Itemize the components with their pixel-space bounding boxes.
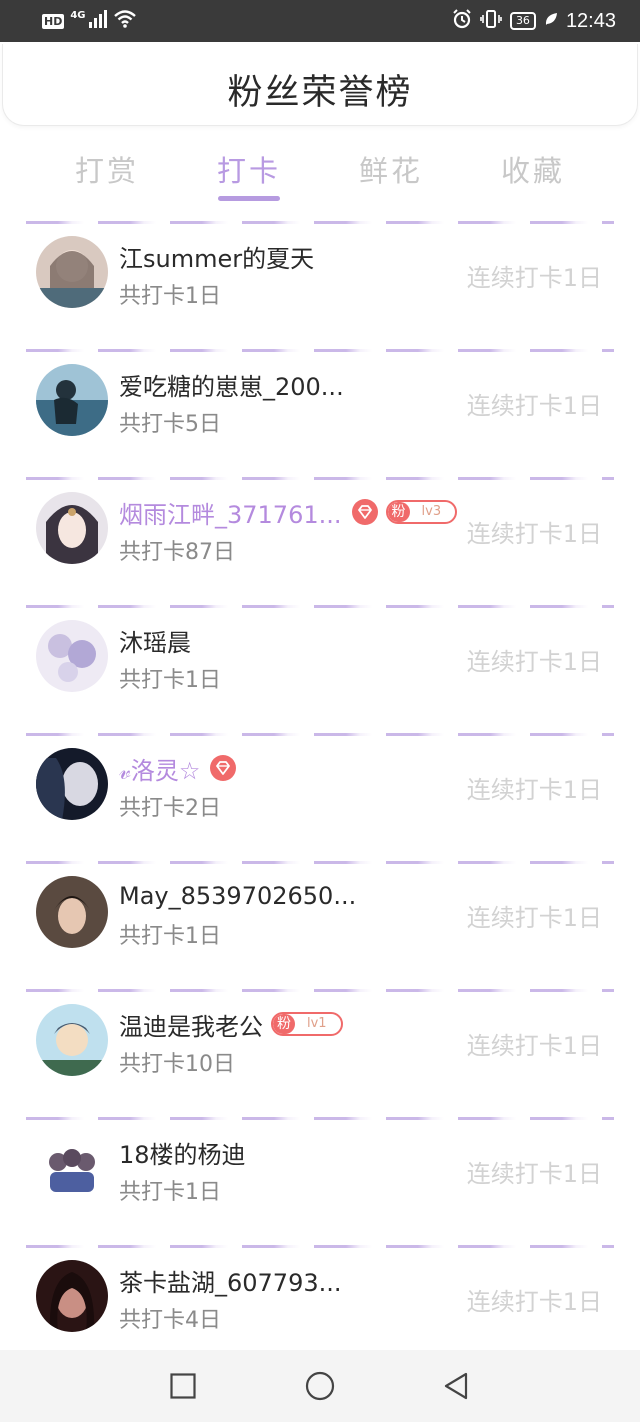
list-item[interactable]: 江summer的夏天 共打卡1日 连续打卡1日 <box>0 214 640 342</box>
streak-days: 连续打卡1日 <box>466 392 602 420</box>
streak-days: 连续打卡1日 <box>466 776 602 804</box>
total-checkins: 共打卡1日 <box>119 1180 221 1205</box>
user-name[interactable]: 爱吃糖的崽崽_200... <box>119 367 344 402</box>
name-line: 茶卡盐湖_607793... <box>119 1263 342 1298</box>
row-divider <box>26 605 614 608</box>
row-divider <box>26 861 614 864</box>
streak-days: 连续打卡1日 <box>466 904 602 932</box>
row-divider <box>26 989 614 992</box>
tab-flowers[interactable]: 鲜花 <box>326 148 456 190</box>
avatar[interactable] <box>36 748 108 820</box>
square-icon[interactable] <box>167 1370 199 1402</box>
row-divider <box>26 1245 614 1248</box>
name-line: May_8539702650... <box>119 880 356 912</box>
name-line: 江summer的夏天 <box>119 239 314 274</box>
streak-days: 连续打卡1日 <box>466 1288 602 1316</box>
page-title: 粉丝荣誉榜 <box>227 73 413 113</box>
total-checkins: 共打卡1日 <box>119 924 221 949</box>
total-checkins: 共打卡2日 <box>119 796 221 821</box>
user-name[interactable]: 茶卡盐湖_607793... <box>119 1263 342 1298</box>
name-line: 温迪是我老公 粉 lv1 <box>119 1007 343 1042</box>
vibrate-icon <box>480 9 502 33</box>
checkin-list: 江summer的夏天 共打卡1日 连续打卡1日 爱吃糖的崽崽_200... 共打… <box>0 214 640 1366</box>
list-item[interactable]: 18楼的杨迪 共打卡1日 连续打卡1日 <box>0 1110 640 1238</box>
fan-level-badge: 粉 lv3 <box>385 500 458 524</box>
list-item[interactable]: 烟雨江畔_371761... 粉 lv3 共打卡87日 连续打卡1日 <box>0 470 640 598</box>
hd-badge: HD <box>42 13 65 29</box>
status-bar: HD 4G 36 12:43 <box>0 0 640 42</box>
fan-level-badge: 粉 lv1 <box>271 1012 343 1036</box>
user-name[interactable]: 烟雨江畔_371761... <box>119 495 342 530</box>
avatar[interactable] <box>36 876 108 948</box>
name-line: 烟雨江畔_371761... 粉 lv3 <box>119 495 458 530</box>
alarm-icon <box>452 9 472 33</box>
fan-label: 粉 <box>273 1014 295 1034</box>
total-checkins: 共打卡5日 <box>119 412 221 437</box>
streak-days: 连续打卡1日 <box>466 264 602 292</box>
tab-favorites[interactable]: 收藏 <box>468 148 598 190</box>
total-checkins: 共打卡1日 <box>119 284 221 309</box>
user-name[interactable]: 江summer的夏天 <box>119 239 314 274</box>
fan-level: lv3 <box>421 504 442 519</box>
avatar[interactable] <box>36 1004 108 1076</box>
avatar[interactable] <box>36 364 108 436</box>
user-name[interactable]: 18楼的杨迪 <box>119 1135 246 1170</box>
status-right: 36 12:43 <box>452 9 616 33</box>
avatar[interactable] <box>36 1260 108 1332</box>
list-item[interactable]: 𝓋洛灵☆ 共打卡2日 连续打卡1日 <box>0 726 640 854</box>
list-item[interactable]: May_8539702650... 共打卡1日 连续打卡1日 <box>0 854 640 982</box>
row-divider <box>26 477 614 480</box>
tab-reward[interactable]: 打赏 <box>42 148 172 190</box>
total-checkins: 共打卡1日 <box>119 668 221 693</box>
user-name[interactable]: 𝓋洛灵☆ <box>119 751 200 786</box>
streak-days: 连续打卡1日 <box>466 520 602 548</box>
list-item[interactable]: 温迪是我老公 粉 lv1 共打卡10日 连续打卡1日 <box>0 982 640 1110</box>
user-name[interactable]: May_8539702650... <box>119 882 356 910</box>
streak-days: 连续打卡1日 <box>466 1032 602 1060</box>
triangle-back-icon[interactable] <box>440 1370 472 1402</box>
system-nav-bar <box>0 1350 640 1422</box>
fan-label: 粉 <box>387 502 410 522</box>
diamond-badge-icon <box>351 499 378 525</box>
streak-days: 连续打卡1日 <box>466 1160 602 1188</box>
row-divider <box>26 733 614 736</box>
active-tab-indicator <box>218 196 280 201</box>
name-line: 𝓋洛灵☆ <box>119 751 237 786</box>
streak-days: 连续打卡1日 <box>466 648 602 676</box>
total-checkins: 共打卡87日 <box>119 540 235 565</box>
status-left: HD 4G <box>42 9 136 33</box>
circle-icon[interactable] <box>304 1370 336 1402</box>
fan-level: lv1 <box>307 1016 327 1031</box>
tab-bar: 打赏 打卡 鲜花 收藏 <box>0 130 640 206</box>
avatar[interactable] <box>36 1132 108 1204</box>
header-card: 粉丝荣誉榜 <box>2 44 638 126</box>
name-line: 沐瑶晨 <box>119 623 191 658</box>
total-checkins: 共打卡10日 <box>119 1052 235 1077</box>
leaf-icon <box>544 11 558 31</box>
row-divider <box>26 221 614 224</box>
user-name[interactable]: 沐瑶晨 <box>119 623 191 658</box>
wifi-icon <box>113 10 136 32</box>
avatar[interactable] <box>36 236 108 308</box>
total-checkins: 共打卡4日 <box>119 1308 221 1333</box>
network-type: 4G <box>70 9 86 21</box>
diamond-badge-icon <box>210 755 237 781</box>
list-item[interactable]: 沐瑶晨 共打卡1日 连续打卡1日 <box>0 598 640 726</box>
row-divider <box>26 1117 614 1120</box>
list-item[interactable]: 爱吃糖的崽崽_200... 共打卡5日 连续打卡1日 <box>0 342 640 470</box>
battery-indicator: 36 <box>509 12 536 30</box>
name-line: 爱吃糖的崽崽_200... <box>119 367 344 402</box>
row-divider <box>26 349 614 352</box>
tab-checkin[interactable]: 打卡 <box>184 148 314 190</box>
avatar[interactable] <box>36 492 108 564</box>
signal-icon <box>88 10 108 32</box>
list-item[interactable]: 茶卡盐湖_607793... 共打卡4日 连续打卡1日 <box>0 1238 640 1366</box>
name-line: 18楼的杨迪 <box>119 1135 246 1170</box>
avatar[interactable] <box>36 620 108 692</box>
clock: 12:43 <box>565 9 616 32</box>
user-name[interactable]: 温迪是我老公 <box>119 1007 263 1042</box>
